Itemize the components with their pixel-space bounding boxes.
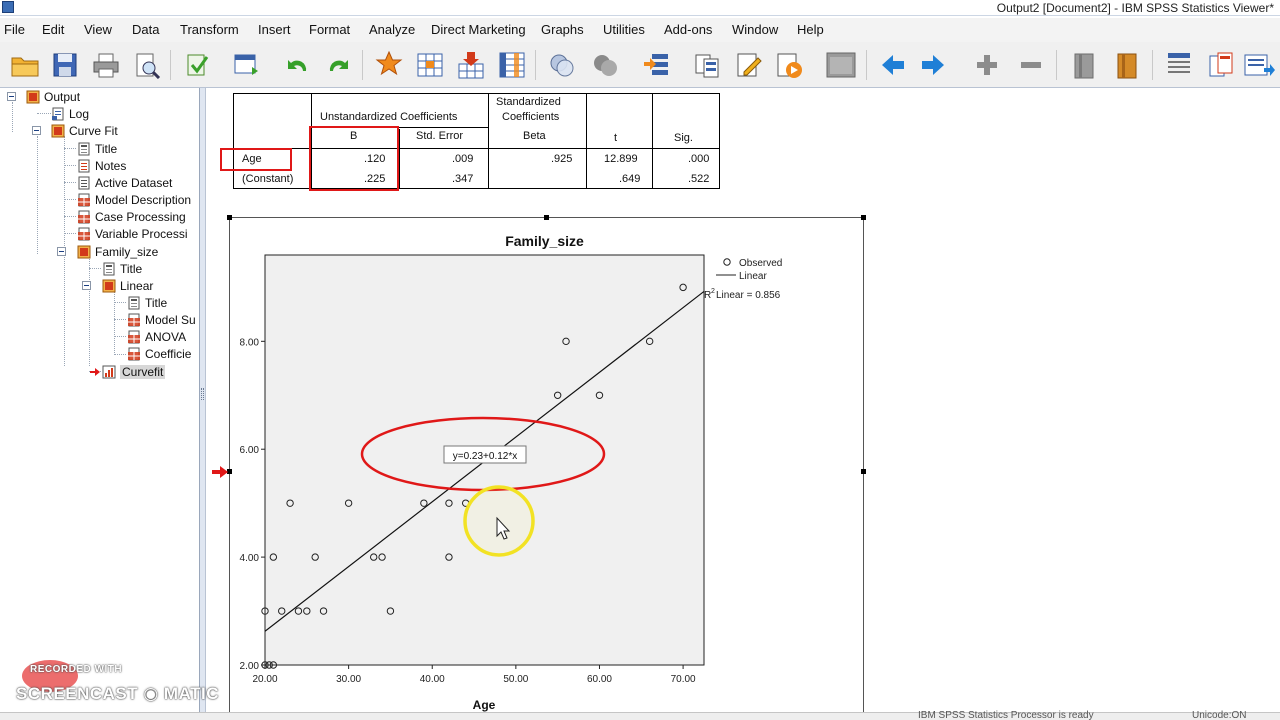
y-tick-label: 6.00	[240, 445, 260, 456]
watermark-top-text: RECORDED WITH	[30, 664, 123, 675]
y-tick-label: 4.00	[240, 553, 260, 564]
fit-equation-label: y=0.23+0.12*x	[453, 451, 518, 462]
legend-linear-label: Linear	[739, 271, 767, 282]
x-tick-label: 50.00	[503, 674, 528, 685]
chart-title: Family_size	[505, 233, 584, 249]
x-tick-label: 20.00	[252, 674, 277, 685]
screencast-watermark: RECORDED WITH SCREENCAST ◉ MATIC	[14, 660, 244, 712]
watermark-main-text: SCREENCAST ◉ MATIC	[16, 684, 219, 703]
r2-value: Linear = 0.856	[716, 290, 781, 301]
r2-superscript: 2	[711, 288, 715, 295]
y-tick-label: 8.00	[240, 337, 260, 348]
unicode-status: Unicode:ON	[1192, 710, 1247, 720]
x-tick-label: 40.00	[420, 674, 445, 685]
legend-observed-marker	[723, 258, 731, 266]
status-bar: IBM SPSS Statistics Processor is ready U…	[0, 710, 1280, 720]
scatter-plot[interactable]: Family_size 20.00 30.00 40.00 50.00 60.00 70.0…	[0, 0, 1280, 720]
x-axis-label: Age	[473, 698, 496, 712]
processor-status: IBM SPSS Statistics Processor is ready	[918, 710, 1094, 720]
x-tick-label: 30.00	[336, 674, 361, 685]
legend-observed-label: Observed	[739, 258, 782, 269]
x-tick-label: 60.00	[587, 674, 612, 685]
x-tick-label: 70.00	[671, 674, 696, 685]
